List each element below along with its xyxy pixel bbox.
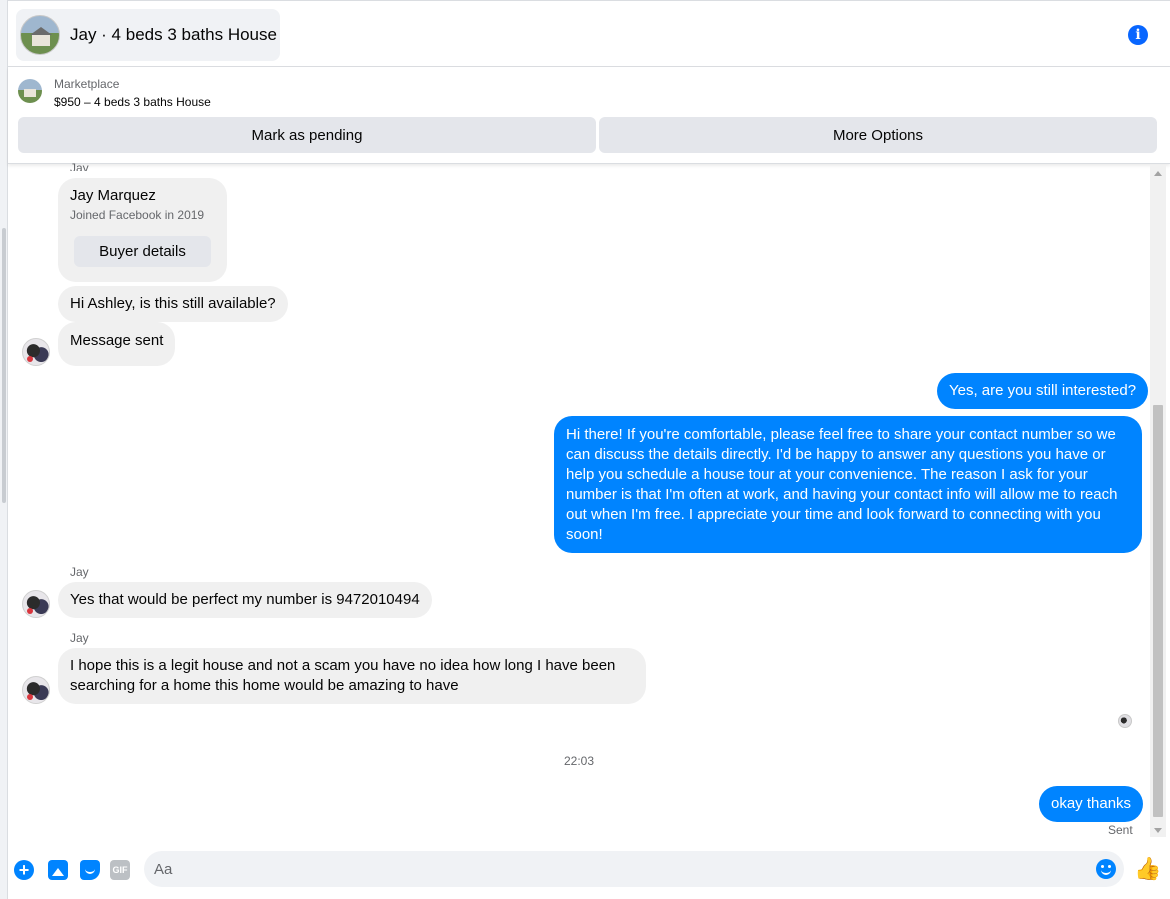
conversation-title: Jay · 4 beds 3 baths House	[70, 25, 277, 44]
sender-name: Jay	[70, 565, 89, 579]
message-input[interactable]	[144, 851, 1124, 887]
info-icon[interactable]: i	[1128, 25, 1148, 45]
buyer-profile-card: Jay Marquez Joined Facebook in 2019 Buye…	[58, 178, 227, 282]
buyer-details-button[interactable]: Buyer details	[74, 236, 211, 267]
read-receipt-avatar	[1118, 714, 1132, 728]
message-timestamp: 22:03	[563, 754, 595, 768]
message-bubble-incoming[interactable]: Yes that would be perfect my number is 9…	[58, 582, 432, 618]
like-icon[interactable]: 👍	[1134, 856, 1161, 882]
marketplace-listing-panel: Marketplace $950 – 4 beds 3 baths House …	[8, 67, 1170, 164]
message-bubble-incoming[interactable]: Hi Ashley, is this still available?	[58, 286, 288, 322]
sender-avatar[interactable]	[22, 676, 50, 704]
listing-thumbnail[interactable]	[18, 79, 42, 103]
message-bubble-outgoing[interactable]: Yes, are you still interested?	[937, 373, 1149, 409]
message-bubble-outgoing[interactable]: okay thanks	[1039, 786, 1144, 822]
listing-avatar	[20, 15, 60, 55]
listing-source-label: Marketplace	[54, 77, 120, 91]
sender-avatar[interactable]	[22, 338, 50, 366]
message-bubble-incoming[interactable]: Message sent	[58, 322, 176, 366]
listing-price-title[interactable]: $950 – 4 beds 3 baths House	[54, 95, 211, 109]
mark-as-pending-button[interactable]: Mark as pending	[18, 117, 596, 153]
photo-icon[interactable]	[48, 860, 68, 880]
message-bubble-outgoing[interactable]: Hi there! If you're comfortable, please …	[554, 416, 1142, 553]
left-scrollbar-thumb[interactable]	[2, 228, 6, 503]
conversation-title-button[interactable]: Jay · 4 beds 3 baths House	[16, 9, 280, 61]
plus-icon[interactable]: +	[14, 860, 34, 880]
message-bubble-incoming[interactable]: I hope this is a legit house and not a s…	[58, 648, 646, 704]
sent-status: Sent	[1108, 823, 1133, 837]
gif-icon[interactable]: GIF	[110, 860, 130, 880]
buyer-joined-date: Joined Facebook in 2019	[70, 208, 205, 222]
sticker-icon[interactable]	[80, 860, 100, 880]
message-composer: + GIF 👍	[8, 840, 1170, 899]
more-options-button[interactable]: More Options	[599, 117, 1157, 153]
sender-avatar[interactable]	[22, 590, 50, 618]
emoji-icon[interactable]	[1096, 859, 1116, 879]
buyer-name: Jay Marquez	[70, 187, 156, 204]
scroll-down-icon[interactable]	[1154, 828, 1162, 833]
messenger-window: Jay · 4 beds 3 baths House i Marketplace…	[0, 0, 1170, 899]
conversation-scrollbar[interactable]	[1150, 165, 1166, 837]
conversation-header: Jay · 4 beds 3 baths House i	[8, 0, 1170, 67]
sender-name: Jay	[70, 631, 89, 645]
sender-name: Jay	[70, 161, 89, 171]
scroll-up-icon[interactable]	[1154, 171, 1162, 176]
